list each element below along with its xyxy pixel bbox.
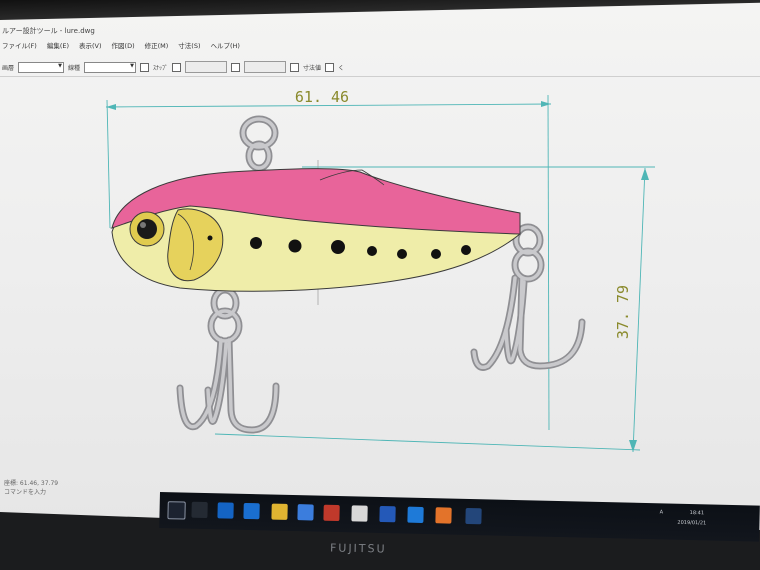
explorer-icon[interactable] [271, 503, 288, 520]
menu-view[interactable]: 表示(V) [79, 40, 102, 56]
layer-label: 画層 [2, 64, 15, 72]
screen: ルアー設計ツール - lure.dwg ファイル(F) 編集(E) 表示(V) … [0, 0, 760, 530]
dot-button[interactable] [185, 61, 228, 73]
clock-time: 18:41 [689, 510, 705, 517]
back-label: く [338, 64, 345, 72]
menu-edit[interactable]: 編集(E) [47, 40, 69, 56]
app-icon[interactable] [379, 505, 396, 523]
ie-icon[interactable] [243, 502, 260, 520]
menu-bar: ファイル(F) 編集(E) 表示(V) 作図(D) 修正(M) 寸法(S) ヘル… [0, 40, 760, 56]
start-icon[interactable] [167, 501, 186, 520]
snap-checkbox[interactable] [140, 62, 150, 72]
drawing-canvas[interactable]: 61. 46 37. 79 [0, 76, 760, 496]
option-checkbox[interactable] [231, 62, 241, 72]
clock-date: 2019/01/21 [677, 519, 707, 527]
paint-icon[interactable] [435, 507, 452, 524]
linetype-combo[interactable] [84, 61, 137, 73]
menu-modify[interactable]: 修正(M) [145, 40, 169, 56]
media-icon[interactable] [323, 504, 340, 522]
layer-combo[interactable] [18, 61, 65, 73]
toolbar: 画層 線種 ｽﾅｯﾌﾟ 寸法値 く [0, 58, 760, 77]
status-prompt: コマンドを入力 [4, 489, 47, 496]
blank-button[interactable] [244, 61, 287, 73]
monitor-brand: FUJITSU [329, 541, 387, 556]
mail-icon[interactable] [351, 505, 368, 522]
lure-drawing: 61. 46 37. 79 [105, 88, 655, 453]
height-dimension: 37. 79 [614, 285, 632, 339]
ie2-icon[interactable] [407, 506, 424, 523]
back-checkbox[interactable] [325, 62, 335, 72]
ime-indicator[interactable]: A [660, 509, 664, 515]
dimension-value-checkbox[interactable] [290, 62, 300, 72]
dimension-value-label: 寸法値 [303, 64, 322, 72]
menu-draw[interactable]: 作図(D) [112, 40, 135, 56]
menu-file[interactable]: ファイル(F) [2, 40, 37, 56]
menu-help[interactable]: ヘルプ(H) [211, 40, 240, 56]
menu-dimension[interactable]: 寸法(S) [178, 40, 200, 56]
dimension-checkbox[interactable] [172, 62, 182, 72]
status-coordinates: 座標: 61.46, 37.79 [4, 480, 59, 487]
task-view-icon[interactable] [191, 501, 208, 519]
status-bar: 座標: 61.46, 37.79 コマンドを入力 [0, 478, 180, 506]
snap-label: ｽﾅｯﾌﾟ [153, 64, 169, 72]
eye-pupil [137, 219, 157, 239]
width-dimension: 61. 46 [295, 88, 349, 106]
linetype-label: 線種 [68, 64, 81, 72]
window-title: ルアー設計ツール - lure.dwg [2, 27, 95, 35]
store-icon[interactable] [297, 504, 314, 521]
edge-icon[interactable] [217, 502, 234, 519]
java-icon[interactable] [465, 507, 482, 525]
